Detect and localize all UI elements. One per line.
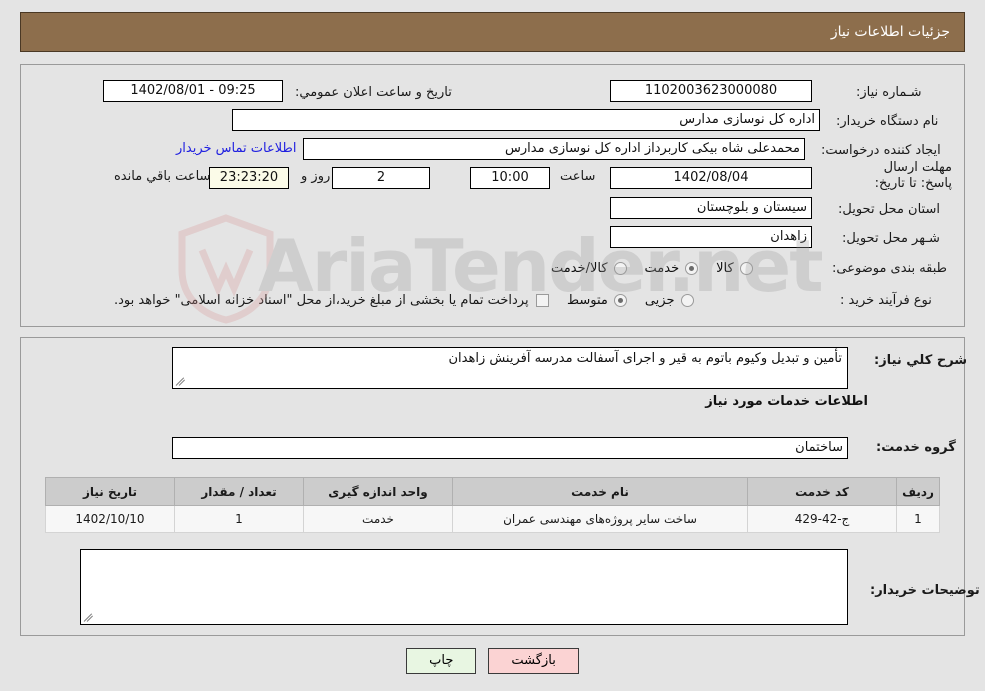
services-table-wrapper: ردیف کد خدمت نام خدمت واحد اندازه گیری ت…	[45, 477, 940, 533]
remaining-time-field: 23:23:20	[209, 167, 289, 189]
page-title: جزئیات اطلاعات نیاز	[830, 24, 950, 40]
radio-jozi-icon[interactable]	[680, 293, 694, 307]
buyer-notes-textarea[interactable]	[80, 549, 848, 625]
treasury-option[interactable]: پرداخت تمام یا بخشی از مبلغ خرید،از محل …	[110, 288, 552, 312]
request-creator-field[interactable]: محمدعلی شاه بیکی کاربرداز اداره کل نوساز…	[303, 138, 805, 160]
service-group-label: گروه خدمت:	[876, 440, 956, 455]
back-button[interactable]: بازگشت	[488, 648, 579, 674]
need-number-row: شـماره نیاز:	[852, 80, 926, 104]
remaining-days-label: روز و	[301, 169, 331, 184]
remaining-days-field[interactable]: 2	[332, 167, 430, 189]
process-option-jozi-label: جزیی	[644, 292, 675, 308]
resize-grip-icon[interactable]	[175, 375, 187, 387]
treasury-checkbox[interactable]	[535, 293, 549, 307]
deadline-hour-field[interactable]: 10:00	[470, 167, 550, 189]
table-header-qty: تعداد / مقدار	[174, 477, 304, 506]
category-option-kala[interactable]: کالا	[713, 261, 756, 276]
table-header-row: ردیف کد خدمت نام خدمت واحد اندازه گیری ت…	[45, 477, 940, 506]
remaining-time-label: ساعت باقي مانده	[114, 169, 211, 184]
category-option-kala-khedmat-label: کالا/خدمت	[551, 260, 608, 276]
resize-grip-icon-notes[interactable]	[83, 611, 95, 623]
buyer-contact-link[interactable]: اطلاعات تماس خریدار	[172, 141, 300, 156]
process-label: نوع فرآیند خرید :	[840, 292, 932, 308]
category-option-kala-label: کالا	[716, 260, 734, 276]
cell-service-code: ج-42-429	[747, 505, 897, 533]
city-row: شـهر محل تحویل:	[838, 226, 944, 250]
page-header: جزئیات اطلاعات نیاز	[20, 12, 965, 52]
buyer-org-label: نام دستگاه خریدار:	[836, 113, 939, 129]
need-number-field[interactable]: 1102003623000080	[610, 80, 812, 102]
general-desc-label: شرح کلي نیاز:	[874, 353, 968, 368]
table-header-date: تاریخ نیاز	[45, 477, 175, 506]
process-row-label: نوع فرآیند خرید :	[836, 288, 936, 312]
cell-quantity: 1	[174, 505, 304, 533]
province-row: استان محل تحویل:	[834, 197, 944, 221]
services-section-heading: اطلاعات خدمات مورد نیاز	[705, 394, 868, 409]
general-desc-textarea[interactable]: تأمین و تبدیل وکیوم باتوم به قیر و اجرای…	[172, 347, 848, 389]
deadline-hour-label: ساعت	[560, 169, 596, 184]
footer-button-row: بازگشت چاپ	[0, 648, 985, 674]
table-header-name: نام خدمت	[452, 477, 748, 506]
buyer-notes-label: توضیحات خریدار:	[870, 583, 980, 598]
announce-datetime-field[interactable]: 09:25 - 1402/08/01	[103, 80, 283, 102]
process-option-motavaset-label: متوسط	[567, 292, 608, 308]
general-desc-value: تأمین و تبدیل وکیوم باتوم به قیر و اجرای…	[448, 351, 843, 366]
service-group-field[interactable]: ساختمان	[172, 437, 848, 459]
category-option-khedmat[interactable]: خدمت	[642, 261, 702, 276]
radio-kala-khedmat-icon[interactable]	[613, 261, 627, 275]
process-option-jozi[interactable]: جزیی	[642, 293, 697, 308]
cell-service-name: ساخت سایر پروژه‌های مهندسی عمران	[452, 505, 748, 533]
deadline-label: مهلت ارسال پاسخ: تا تاریخ:	[874, 160, 952, 191]
services-table: ردیف کد خدمت نام خدمت واحد اندازه گیری ت…	[45, 477, 940, 533]
category-option-kala-khedmat[interactable]: کالا/خدمت	[548, 261, 630, 276]
cell-index: 1	[896, 505, 940, 533]
cell-need-date: 1402/10/10	[45, 505, 175, 533]
deadline-label-block: مهلت ارسال پاسخ: تا تاریخ:	[846, 160, 956, 191]
table-header-unit: واحد اندازه گیری	[303, 477, 453, 506]
buyer-org-field[interactable]: اداره کل نوسازی مدارس	[232, 109, 820, 131]
radio-kala-icon[interactable]	[739, 261, 753, 275]
table-header-code: کد خدمت	[747, 477, 897, 506]
category-options: کالا خدمت کالا/خدمت	[542, 256, 762, 280]
category-row-label: طبقه بندی موضوعی:	[828, 256, 951, 280]
request-creator-row: ایجاد کننده درخواست:	[817, 138, 945, 162]
need-number-label: شـماره نیاز:	[856, 84, 922, 100]
radio-motavaset-icon[interactable]	[613, 293, 627, 307]
treasury-text: پرداخت تمام یا بخشی از مبلغ خرید،از محل …	[114, 292, 529, 308]
province-field[interactable]: سیستان و بلوچستان	[610, 197, 812, 219]
cell-unit: خدمت	[303, 505, 453, 533]
process-option-motavaset[interactable]: متوسط	[564, 293, 630, 308]
province-label: استان محل تحویل:	[838, 201, 940, 217]
buyer-org-row: نام دستگاه خریدار:	[832, 109, 942, 133]
city-label: شـهر محل تحویل:	[842, 230, 940, 246]
announce-datetime-label: تاریخ و ساعت اعلان عمومي:	[295, 84, 452, 100]
process-options: جزیی متوسط	[558, 288, 703, 312]
table-header-index: ردیف	[896, 477, 940, 506]
announce-datetime-row: تاریخ و ساعت اعلان عمومي:	[291, 80, 456, 104]
request-creator-label: ایجاد کننده درخواست:	[821, 142, 941, 158]
table-row[interactable]: 1 ج-42-429 ساخت سایر پروژه‌های مهندسی عم…	[45, 505, 940, 533]
category-option-khedmat-label: خدمت	[644, 260, 680, 276]
print-button[interactable]: چاپ	[406, 648, 477, 674]
deadline-date-field[interactable]: 1402/08/04	[610, 167, 812, 189]
category-label: طبقه بندی موضوعی:	[832, 260, 948, 276]
radio-khedmat-icon[interactable]	[685, 261, 699, 275]
city-field[interactable]: زاهدان	[610, 226, 812, 248]
